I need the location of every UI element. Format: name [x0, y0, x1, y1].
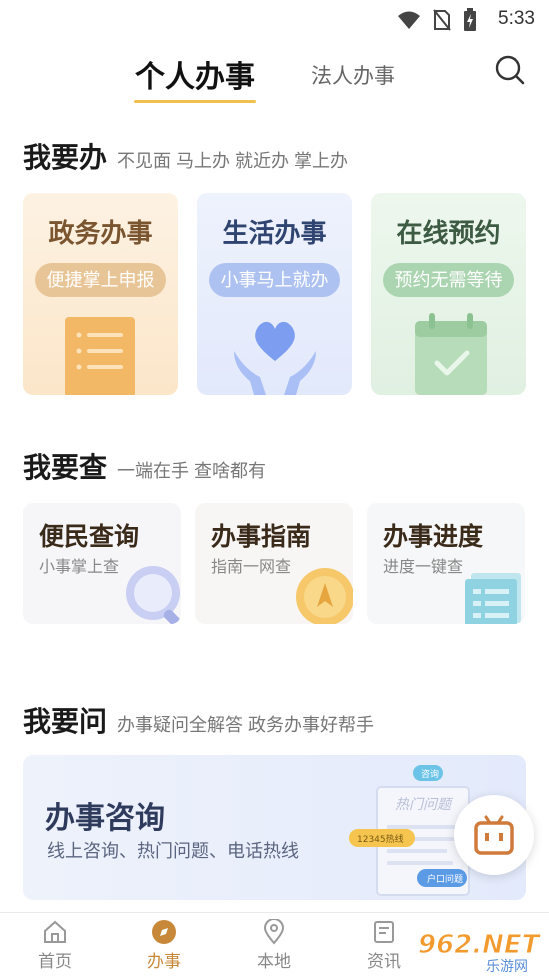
card-title: 办事进度 [383, 523, 484, 551]
card-online-appointment[interactable]: 在线预约 预约无需等待 [371, 193, 526, 395]
card-tag: 小事马上就办 [209, 263, 340, 297]
card-tag: 便捷掌上申报 [35, 263, 166, 297]
robot-icon [474, 815, 514, 855]
nav-label: 本地 [257, 952, 291, 971]
status-bar: 5:33 [0, 0, 549, 38]
card-service-progress[interactable]: 办事进度 进度一键查 [367, 503, 525, 624]
watermark-graphic: 962.NET 乐游网 [418, 930, 543, 976]
card-subtitle: 指南一网查 [211, 559, 292, 576]
card-subtitle: 小事掌上查 [39, 559, 120, 576]
nav-news[interactable]: 资讯 [354, 919, 414, 972]
consult-card[interactable]: 办事咨询 线上咨询、热门问题、电话热线 热门问题 咨询 12345热线 户口问题 [23, 755, 526, 900]
bubble-hotline: 12345热线 [357, 833, 404, 845]
section-do-subtitle: 不见面 马上办 就近办 掌上办 [117, 151, 349, 171]
status-time: 5:33 [498, 8, 535, 29]
card-government-affairs[interactable]: 政务办事 便捷掌上申报 [23, 193, 178, 395]
chat-robot-button[interactable] [454, 795, 534, 875]
compass-nav-icon [152, 920, 176, 944]
nav-label: 办事 [147, 952, 181, 971]
section-check-header: 我要查 一端在手 查啥都有 [23, 446, 266, 486]
section-check-title: 我要查 [23, 451, 108, 484]
bubble-household: 户口问题 [427, 873, 463, 885]
compass-icon [296, 568, 353, 624]
card-title: 政务办事 [48, 218, 153, 248]
card-title: 在线预约 [396, 218, 501, 248]
nav-local[interactable]: 本地 [244, 919, 304, 972]
battery-icon [464, 8, 476, 31]
progress-document-icon [465, 573, 521, 624]
no-sim-icon [433, 9, 451, 31]
nav-label: 首页 [38, 952, 72, 971]
card-subtitle: 进度一键查 [383, 559, 464, 576]
section-ask-header: 我要问 办事疑问全解答 政务办事好帮手 [23, 700, 374, 740]
section-do-header: 我要办 不见面 马上办 就近办 掌上办 [23, 136, 348, 176]
home-icon [44, 920, 66, 943]
section-check-subtitle: 一端在手 查啥都有 [117, 461, 267, 481]
calendar-check-icon [415, 313, 487, 395]
nav-label: 资讯 [367, 952, 401, 971]
heart-hands-icon [234, 321, 316, 395]
news-icon [374, 921, 394, 943]
tab-underline [134, 100, 256, 103]
tab-personal[interactable]: 个人办事 [135, 52, 255, 96]
card-life-affairs[interactable]: 生活办事 小事马上就办 [197, 193, 352, 395]
watermark-logo: 962.NET 乐游网 [410, 925, 549, 976]
card-service-guide[interactable]: 办事指南 指南一网查 [195, 503, 353, 624]
section-ask-subtitle: 办事疑问全解答 政务办事好帮手 [117, 715, 375, 735]
card-public-query[interactable]: 便民查询 小事掌上查 [23, 503, 181, 624]
card-title: 办事指南 [211, 523, 312, 551]
nav-home[interactable]: 首页 [25, 919, 85, 972]
document-list-icon [65, 317, 135, 395]
card-tag: 预约无需等待 [383, 263, 514, 297]
magnifier-icon [126, 566, 181, 624]
tab-legal[interactable]: 法人办事 [311, 60, 395, 90]
card-title: 生活办事 [222, 218, 327, 248]
section-ask-title: 我要问 [23, 705, 108, 738]
consult-title: 办事咨询 [45, 802, 165, 835]
watermark-sub: 乐游网 [486, 959, 528, 973]
watermark-brand: 962.NET [418, 930, 542, 960]
bubble-consult: 咨询 [421, 768, 439, 780]
top-tabs: 个人办事 法人办事 [0, 48, 549, 108]
location-icon [263, 919, 285, 945]
status-icons [397, 8, 477, 32]
nav-affairs[interactable]: 办事 [134, 919, 194, 972]
paper-title: 热门问题 [395, 797, 454, 813]
search-icon[interactable] [494, 54, 526, 86]
wifi-icon [398, 11, 420, 29]
section-do-title: 我要办 [23, 141, 108, 174]
consult-subtitle: 线上咨询、热门问题、电话热线 [47, 841, 299, 861]
card-title: 便民查询 [39, 523, 140, 551]
